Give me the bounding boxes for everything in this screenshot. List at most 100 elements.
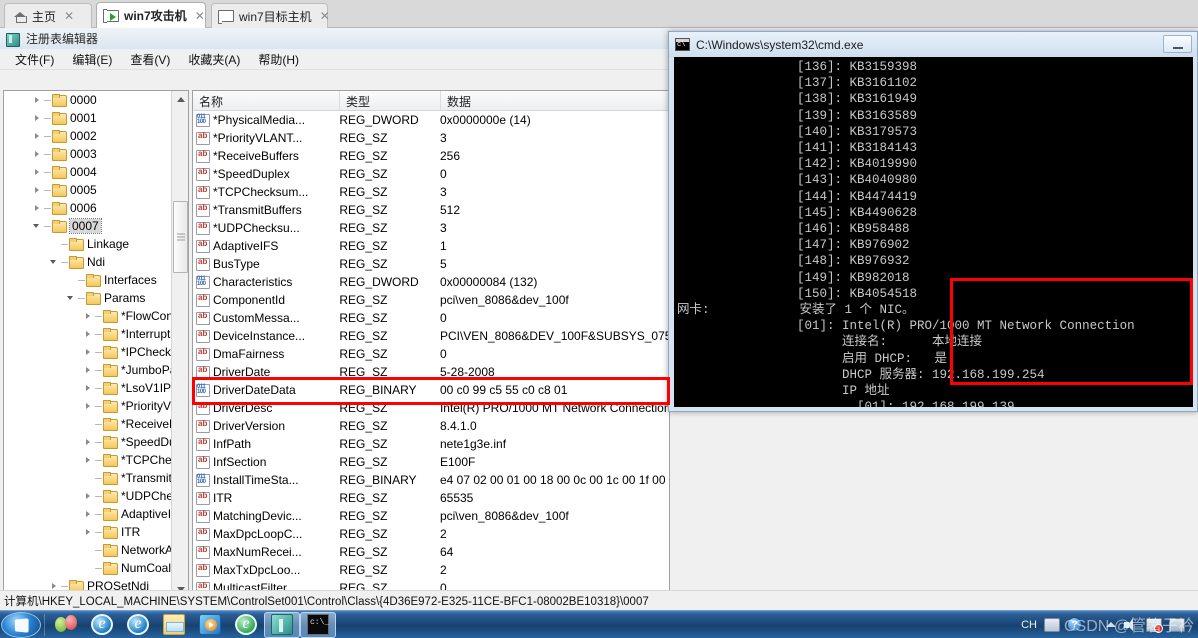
browser-tab-home[interactable]: 主页 ✕ bbox=[4, 3, 92, 28]
chevron-right-icon[interactable] bbox=[84, 312, 93, 321]
cmd-window[interactable]: C:\Windows\system32\cmd.exe [136]: KB315… bbox=[668, 31, 1198, 412]
tray-overflow-icon[interactable] bbox=[1089, 618, 1099, 632]
browser-tab-win7-attacker[interactable]: win7攻击机 ✕ bbox=[96, 2, 206, 28]
chevron-right-icon[interactable] bbox=[84, 348, 93, 357]
tab-close-icon[interactable]: ✕ bbox=[64, 9, 74, 23]
tree-node[interactable]: *IPChecksum bbox=[4, 343, 172, 361]
menu-help[interactable]: 帮助(H) bbox=[249, 49, 308, 70]
registry-value-row[interactable]: *UDPChecksu... REG_SZ 3 bbox=[193, 219, 669, 237]
registry-value-row[interactable]: DriverDate REG_SZ 5-28-2008 bbox=[193, 363, 669, 381]
volume-icon[interactable] bbox=[1123, 618, 1139, 632]
tree-node[interactable]: *ReceiveBuffe bbox=[4, 415, 172, 433]
chevron-right-icon[interactable] bbox=[84, 438, 93, 447]
chevron-right-icon[interactable] bbox=[84, 510, 93, 519]
chevron-right-icon[interactable] bbox=[33, 204, 42, 213]
registry-value-row[interactable]: MaxDpcLoopC... REG_SZ 2 bbox=[193, 525, 669, 543]
menu-edit[interactable]: 编辑(E) bbox=[63, 49, 121, 70]
show-hidden-icons-arrow[interactable] bbox=[1106, 622, 1116, 627]
tree-node[interactable]: *TransmitBuff bbox=[4, 469, 172, 487]
registry-value-row[interactable]: DriverDateData REG_BINARY 00 c0 99 c5 55 c… bbox=[193, 381, 669, 399]
registry-value-row[interactable]: Characteristics REG_DWORD 0x00000084 (132) bbox=[193, 273, 669, 291]
taskbar-cmd-icon[interactable] bbox=[300, 611, 336, 638]
registry-values-list[interactable]: *PhysicalMedia... REG_DWORD 0x0000000e (14… bbox=[193, 111, 669, 614]
tree-node[interactable]: *PriorityVLAN bbox=[4, 397, 172, 415]
registry-values-pane[interactable]: 名称 类型 数据 *PhysicalMedia... REG_DWORD 0x000… bbox=[192, 90, 670, 615]
chevron-right-icon[interactable] bbox=[33, 132, 42, 141]
tree-node[interactable]: *FlowControl bbox=[4, 307, 172, 325]
column-header-data[interactable]: 数据 bbox=[441, 91, 663, 110]
tree-node[interactable]: 0004 bbox=[4, 163, 172, 181]
chevron-right-icon[interactable] bbox=[33, 114, 42, 123]
keyboard-icon[interactable] bbox=[1044, 617, 1060, 632]
registry-value-row[interactable]: CustomMessa... REG_SZ 0 bbox=[193, 309, 669, 327]
taskbar-msn-icon[interactable] bbox=[48, 612, 84, 638]
registry-value-row[interactable]: DriverDesc REG_SZ Intel(R) PRO/1000 MT Net… bbox=[193, 399, 669, 417]
help-icon[interactable] bbox=[1067, 617, 1082, 632]
tree-node[interactable]: *InterruptMo bbox=[4, 325, 172, 343]
tree-node[interactable]: *SpeedDuple bbox=[4, 433, 172, 451]
tree-node[interactable]: Linkage bbox=[4, 235, 172, 253]
registry-value-row[interactable]: ITR REG_SZ 65535 bbox=[193, 489, 669, 507]
registry-value-row[interactable]: *PriorityVLANT... REG_SZ 3 bbox=[193, 129, 669, 147]
registry-value-row[interactable]: DmaFairness REG_SZ 0 bbox=[193, 345, 669, 363]
registry-value-row[interactable]: InstallTimeSta... REG_BINARY e4 07 02 00 0… bbox=[193, 471, 669, 489]
tree-node[interactable]: 0000 bbox=[4, 91, 172, 109]
registry-value-row[interactable]: *PhysicalMedia... REG_DWORD 0x0000000e (14… bbox=[193, 111, 669, 129]
column-header-type[interactable]: 类型 bbox=[340, 91, 441, 110]
menu-view[interactable]: 查看(V) bbox=[121, 49, 179, 70]
tree-node[interactable]: NetworkAddr bbox=[4, 541, 172, 559]
registry-value-row[interactable]: MatchingDevic... REG_SZ pci\ven_8086&dev_1… bbox=[193, 507, 669, 525]
cmd-console-output[interactable]: [136]: KB3159398 [137]: KB3161102 [138]:… bbox=[674, 57, 1193, 407]
minimize-button[interactable] bbox=[1163, 35, 1192, 53]
tree-node[interactable]: 0007 bbox=[4, 217, 172, 235]
registry-value-row[interactable]: ComponentId REG_SZ pci\ven_8086&dev_100f bbox=[193, 291, 669, 309]
tab-close-icon[interactable]: ✕ bbox=[320, 9, 330, 23]
start-button[interactable] bbox=[1, 611, 41, 638]
tree-node[interactable]: 0002 bbox=[4, 127, 172, 145]
taskbar-edge-icon[interactable] bbox=[228, 612, 264, 638]
chevron-down-icon[interactable] bbox=[67, 294, 76, 303]
tree-node[interactable]: 0005 bbox=[4, 181, 172, 199]
tree-node[interactable]: AdaptiveIFS bbox=[4, 505, 172, 523]
registry-value-row[interactable]: MaxTxDpcLoo... REG_SZ 2 bbox=[193, 561, 669, 579]
action-center-icon[interactable] bbox=[1169, 617, 1185, 632]
tree-scroll-thumb[interactable] bbox=[173, 201, 188, 273]
chevron-right-icon[interactable] bbox=[84, 492, 93, 501]
chevron-down-icon[interactable] bbox=[33, 222, 42, 231]
registry-value-row[interactable]: DriverVersion REG_SZ 8.4.1.0 bbox=[193, 417, 669, 435]
chevron-right-icon[interactable] bbox=[84, 528, 93, 537]
registry-tree-list[interactable]: 0000 0001 0002 0003 0004 0005 0006 0007 Linkage N… bbox=[4, 91, 172, 596]
browser-tab-win7-target[interactable]: win7目标主机 ✕ bbox=[211, 3, 330, 28]
tree-node[interactable]: ITR bbox=[4, 523, 172, 541]
tree-node[interactable]: *LsoV1IPv4 bbox=[4, 379, 172, 397]
chevron-right-icon[interactable] bbox=[84, 366, 93, 375]
registry-tree-pane[interactable]: 0000 0001 0002 0003 0004 0005 0006 0007 Linkage N… bbox=[3, 90, 189, 615]
menu-file[interactable]: 文件(F) bbox=[6, 49, 63, 70]
registry-value-row[interactable]: BusType REG_SZ 5 bbox=[193, 255, 669, 273]
tree-vertical-scrollbar[interactable] bbox=[171, 91, 188, 598]
tab-close-icon[interactable]: ✕ bbox=[195, 9, 205, 23]
chevron-right-icon[interactable] bbox=[84, 384, 93, 393]
taskbar-regedit-icon[interactable] bbox=[264, 611, 300, 638]
chevron-right-icon[interactable] bbox=[84, 402, 93, 411]
chevron-down-icon[interactable] bbox=[50, 258, 59, 267]
registry-value-row[interactable]: DeviceInstance... REG_SZ PCI\VEN_8086&DEV_… bbox=[193, 327, 669, 345]
chevron-right-icon[interactable] bbox=[33, 168, 42, 177]
taskbar-explorer-icon[interactable] bbox=[156, 612, 192, 638]
menu-favorites[interactable]: 收藏夹(A) bbox=[179, 49, 249, 70]
registry-value-row[interactable]: *SpeedDuplex REG_SZ 0 bbox=[193, 165, 669, 183]
taskbar-ie-icon[interactable] bbox=[120, 612, 156, 638]
tree-node[interactable]: *UDPChecksu bbox=[4, 487, 172, 505]
registry-value-row[interactable]: MaxNumRecei... REG_SZ 64 bbox=[193, 543, 669, 561]
taskbar-ie-pinned-icon[interactable] bbox=[84, 612, 120, 638]
tree-node[interactable]: 0001 bbox=[4, 109, 172, 127]
tree-node[interactable]: Interfaces bbox=[4, 271, 172, 289]
ime-indicator[interactable]: CH bbox=[1021, 619, 1037, 631]
taskbar-media-player-icon[interactable] bbox=[192, 612, 228, 638]
chevron-right-icon[interactable] bbox=[84, 330, 93, 339]
registry-value-row[interactable]: *TCPChecksum... REG_SZ 3 bbox=[193, 183, 669, 201]
tree-node[interactable]: *JumboPacke bbox=[4, 361, 172, 379]
registry-value-row[interactable]: *TransmitBuffers REG_SZ 512 bbox=[193, 201, 669, 219]
network-icon[interactable] bbox=[1146, 617, 1163, 633]
tree-node[interactable]: NumCoalesce bbox=[4, 559, 172, 577]
